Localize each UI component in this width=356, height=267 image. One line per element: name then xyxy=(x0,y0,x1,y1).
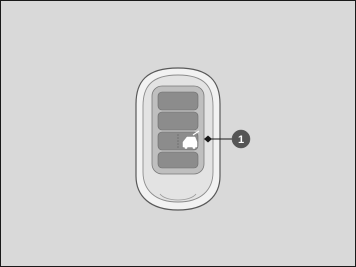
panic-button xyxy=(157,151,199,169)
callout-number-1: 1 xyxy=(238,134,244,146)
unlock-button xyxy=(157,111,199,131)
key-fob-diagram: 1 xyxy=(135,67,251,211)
lock-button xyxy=(157,91,199,111)
